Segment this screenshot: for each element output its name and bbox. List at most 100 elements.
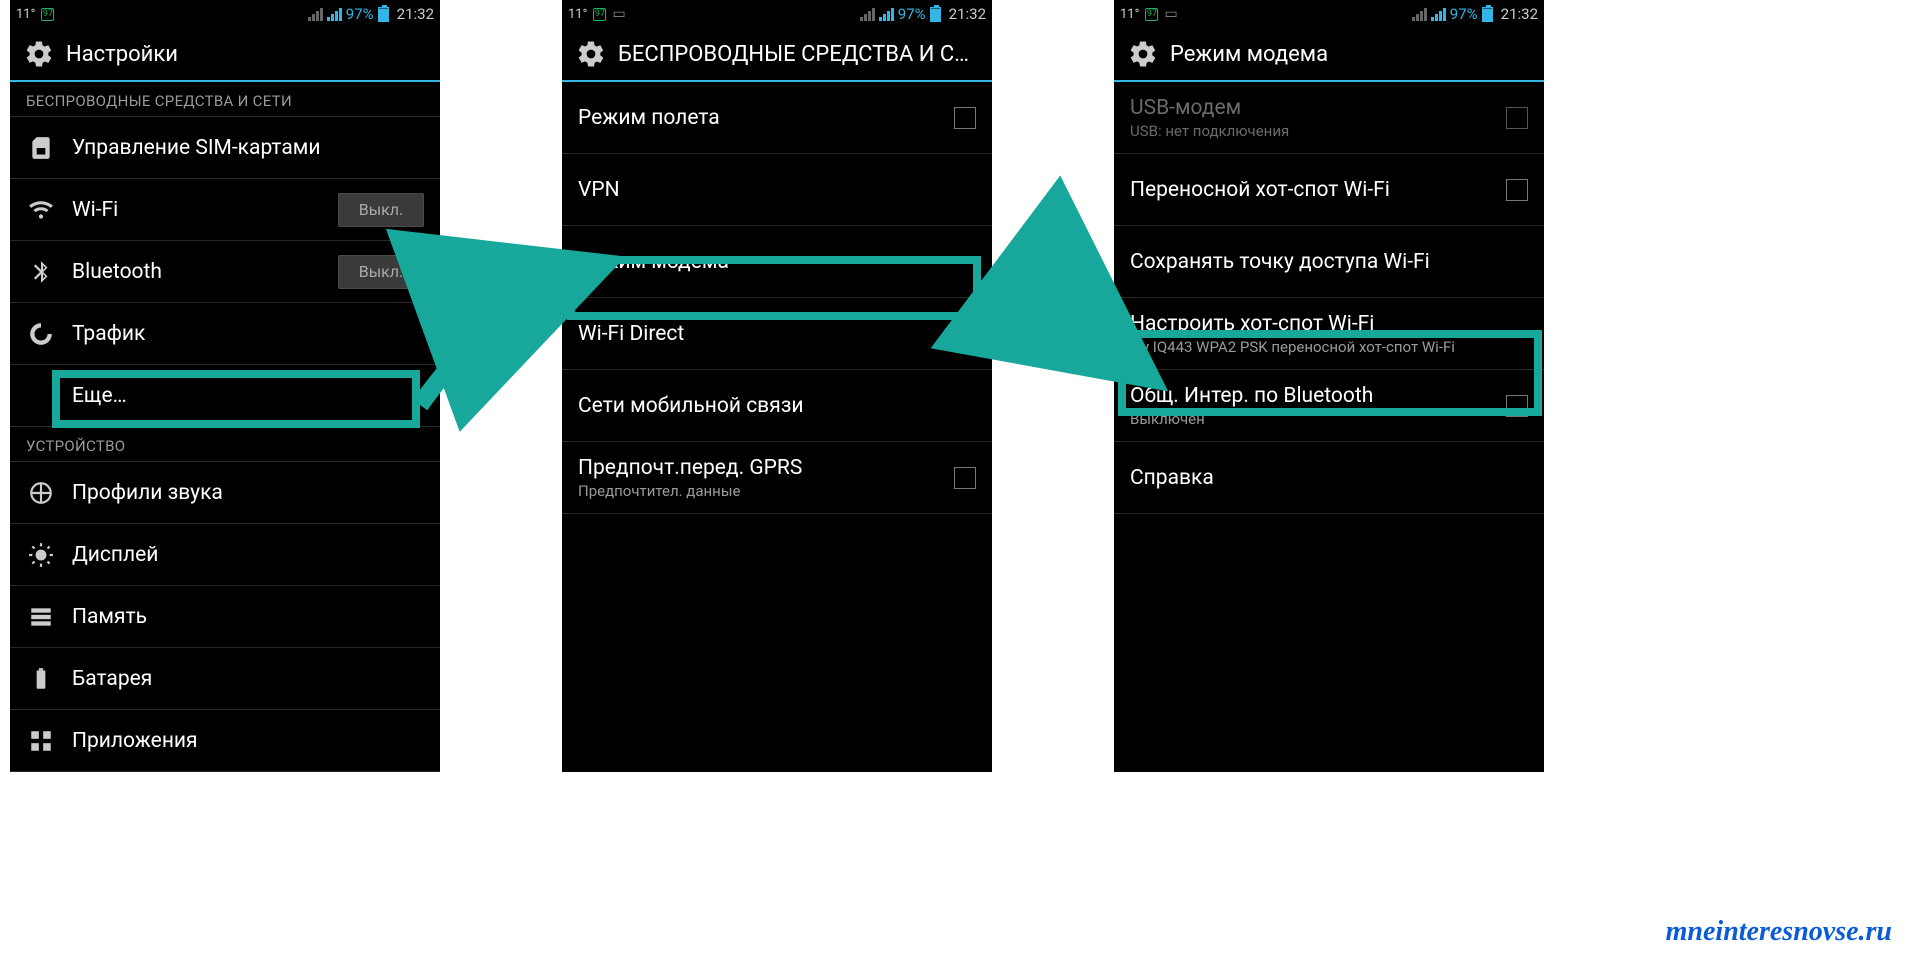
checkbox[interactable] bbox=[954, 323, 976, 345]
page-title: БЕСПРОВОДНЫЕ СРЕДСТВА И СЕ… bbox=[618, 42, 978, 67]
row-label: Переносной хот-спот Wi-Fi bbox=[1130, 178, 1490, 202]
row-label: Настроить хот-спот Wi-Fi bbox=[1130, 312, 1528, 336]
row-label: Режим полета bbox=[578, 106, 938, 130]
checkbox[interactable] bbox=[954, 467, 976, 489]
battery-icon bbox=[930, 7, 941, 22]
row-keep-hotspot[interactable]: Сохранять точку доступа Wi-Fi bbox=[1114, 226, 1544, 298]
row-sublabel: Fly IQ443 WPA2 PSK переносной хот-спот W… bbox=[1130, 338, 1528, 356]
checkbox[interactable] bbox=[1506, 395, 1528, 417]
clock: 21:32 bbox=[1501, 5, 1538, 23]
row-help[interactable]: Справка bbox=[1114, 442, 1544, 514]
temperature-indicator: 11° bbox=[16, 7, 35, 22]
row-label: Bluetooth bbox=[72, 260, 322, 284]
gallery-icon: ▭ bbox=[612, 6, 625, 22]
row-sound-profiles[interactable]: Профили звука bbox=[10, 462, 440, 524]
row-label: Трафик bbox=[72, 322, 424, 346]
row-label: Память bbox=[72, 605, 424, 629]
display-icon bbox=[26, 542, 56, 568]
row-battery[interactable]: Батарея bbox=[10, 648, 440, 710]
signal-icon bbox=[1412, 8, 1427, 21]
row-configure-hotspot[interactable]: Настроить хот-спот Wi-Fi Fly IQ443 WPA2 … bbox=[1114, 298, 1544, 370]
sim-icon bbox=[26, 135, 56, 161]
row-gprs-pref[interactable]: Предпочт.перед. GPRS Предпочтител. данны… bbox=[562, 442, 992, 514]
battery-icon bbox=[1482, 7, 1493, 22]
row-traffic[interactable]: Трафик bbox=[10, 303, 440, 365]
signal-icon bbox=[860, 8, 875, 21]
data-usage-icon bbox=[26, 321, 56, 347]
row-tethering[interactable]: Режим модема bbox=[562, 226, 992, 298]
row-airplane-mode[interactable]: Режим полета bbox=[562, 82, 992, 154]
action-bar: БЕСПРОВОДНЫЕ СРЕДСТВА И СЕ… bbox=[562, 28, 992, 82]
phone-screen-1: 11° 97 97% 21:32 Настройки БЕСПРОВОДНЫЕ … bbox=[10, 0, 440, 772]
status-bar: 11° 97 97% 21:32 bbox=[10, 0, 440, 28]
signal-icon bbox=[879, 8, 894, 21]
row-sublabel: Выключен bbox=[1130, 410, 1490, 428]
row-sublabel: Предпочтител. данные bbox=[578, 482, 938, 500]
checkbox[interactable] bbox=[1506, 179, 1528, 201]
battery-icon bbox=[378, 7, 389, 22]
row-label: Дисплей bbox=[72, 543, 424, 567]
page-title: Настройки bbox=[66, 42, 178, 67]
row-label: Общ. Интер. по Bluetooth bbox=[1130, 384, 1490, 408]
signal-icon bbox=[308, 8, 323, 21]
row-bluetooth-tether[interactable]: Общ. Интер. по Bluetooth Выключен bbox=[1114, 370, 1544, 442]
row-portable-hotspot[interactable]: Переносной хот-спот Wi-Fi bbox=[1114, 154, 1544, 226]
row-label: Режим модема bbox=[578, 250, 976, 274]
temperature-indicator: 11° bbox=[568, 7, 587, 22]
bluetooth-toggle[interactable]: Выкл. bbox=[338, 255, 424, 289]
status-badge-icon: 97 bbox=[41, 8, 54, 21]
row-apps[interactable]: Приложения bbox=[10, 710, 440, 772]
row-sublabel: USB: нет подключения bbox=[1130, 122, 1490, 140]
battery-percent: 97% bbox=[1450, 5, 1478, 23]
action-bar: Настройки bbox=[10, 28, 440, 82]
gear-icon bbox=[576, 39, 606, 69]
gear-icon bbox=[1128, 39, 1158, 69]
section-device: УСТРОЙСТВО bbox=[10, 427, 440, 462]
row-memory[interactable]: Память bbox=[10, 586, 440, 648]
row-label: Сети мобильной связи bbox=[578, 394, 976, 418]
bluetooth-icon bbox=[26, 259, 56, 285]
row-label: Управление SIM-картами bbox=[72, 136, 424, 160]
row-display[interactable]: Дисплей bbox=[10, 524, 440, 586]
battery-percent: 97% bbox=[898, 5, 926, 23]
sound-icon bbox=[26, 480, 56, 506]
wifi-icon bbox=[26, 197, 56, 223]
storage-icon bbox=[26, 604, 56, 630]
gallery-icon: ▭ bbox=[1164, 6, 1177, 22]
wifi-toggle[interactable]: Выкл. bbox=[338, 193, 424, 227]
row-wifi-direct[interactable]: Wi-Fi Direct bbox=[562, 298, 992, 370]
row-label: Еще… bbox=[72, 384, 424, 408]
row-bluetooth[interactable]: Bluetooth Выкл. bbox=[10, 241, 440, 303]
gear-icon bbox=[24, 39, 54, 69]
row-sim-management[interactable]: Управление SIM-картами bbox=[10, 117, 440, 179]
phone-screen-2: 11° 97 ▭ 97% 21:32 БЕСПРОВОДНЫЕ СРЕДСТВА… bbox=[562, 0, 992, 772]
row-label: VPN bbox=[578, 178, 976, 202]
row-label: Wi-Fi bbox=[72, 198, 322, 222]
checkbox[interactable] bbox=[954, 107, 976, 129]
row-label: Сохранять точку доступа Wi-Fi bbox=[1130, 250, 1528, 274]
row-more[interactable]: Еще… bbox=[10, 365, 440, 427]
status-badge-icon: 97 bbox=[593, 8, 606, 21]
row-vpn[interactable]: VPN bbox=[562, 154, 992, 226]
row-label: Профили звука bbox=[72, 481, 424, 505]
watermark: mneinteresnovse.ru bbox=[1666, 916, 1892, 948]
phone-screen-3: 11° 97 ▭ 97% 21:32 Режим модема USB-моде… bbox=[1114, 0, 1544, 772]
status-bar: 11° 97 ▭ 97% 21:32 bbox=[562, 0, 992, 28]
arrow-step-2 bbox=[975, 274, 1135, 374]
clock: 21:32 bbox=[949, 5, 986, 23]
battery-icon bbox=[26, 666, 56, 692]
apps-icon bbox=[26, 728, 56, 754]
row-label: Предпочт.перед. GPRS bbox=[578, 456, 938, 480]
action-bar: Режим модема bbox=[1114, 28, 1544, 82]
signal-icon bbox=[327, 8, 342, 21]
row-label: Wi-Fi Direct bbox=[578, 322, 938, 346]
row-label: USB-модем bbox=[1130, 96, 1490, 120]
row-usb-modem: USB-модем USB: нет подключения bbox=[1114, 82, 1544, 154]
row-mobile-networks[interactable]: Сети мобильной связи bbox=[562, 370, 992, 442]
row-wifi[interactable]: Wi-Fi Выкл. bbox=[10, 179, 440, 241]
status-badge-icon: 97 bbox=[1145, 8, 1158, 21]
section-wireless: БЕСПРОВОДНЫЕ СРЕДСТВА И СЕТИ bbox=[10, 82, 440, 117]
row-label: Приложения bbox=[72, 729, 424, 753]
row-label: Батарея bbox=[72, 667, 424, 691]
battery-percent: 97% bbox=[346, 5, 374, 23]
